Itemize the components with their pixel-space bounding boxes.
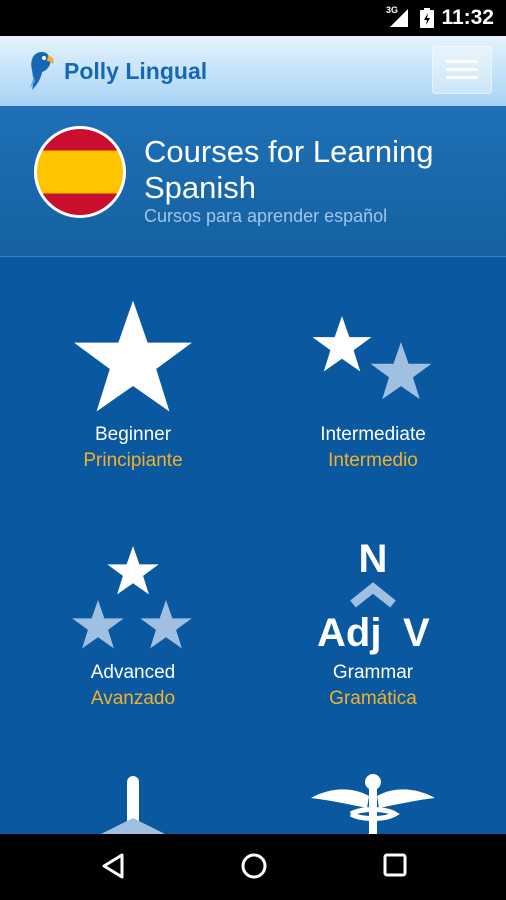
hamburger-menu-icon: [446, 60, 478, 63]
course-tile-6[interactable]: [248, 774, 498, 834]
two-stars-icon: [312, 316, 432, 400]
course-tile-5[interactable]: [8, 776, 258, 836]
course-header: Courses for Learning Spanish Cursos para…: [0, 106, 506, 257]
caduceus-icon: [311, 774, 435, 834]
back-icon: [102, 853, 124, 879]
course-label-spanish: Intermedio: [328, 450, 418, 471]
nav-bar: [0, 834, 506, 900]
three-stars-icon: [72, 546, 192, 649]
sword-icon: [101, 776, 165, 836]
status-time: 11:32: [441, 6, 494, 29]
course-label-spanish: Gramática: [329, 688, 417, 709]
recents-button[interactable]: [382, 852, 408, 883]
app-title: Polly Lingual: [64, 58, 208, 84]
course-label: Advanced: [90, 662, 176, 683]
course-label-spanish: Principiante: [83, 450, 183, 471]
course-tile-beginner[interactable]: Beginner Principiante: [8, 300, 258, 472]
recents-icon: [383, 853, 407, 877]
status-bar: 3G 11:32: [0, 0, 506, 36]
svg-text:V: V: [403, 611, 430, 655]
course-label-spanish: Avanzado: [90, 688, 176, 709]
single-star-icon: [73, 300, 193, 412]
home-icon: [241, 853, 267, 879]
grammar-icon: N Adj V: [317, 538, 430, 655]
back-button[interactable]: [100, 852, 126, 885]
battery-icon: [420, 8, 434, 33]
home-button[interactable]: [240, 852, 268, 885]
course-tile-intermediate[interactable]: Intermediate Intermedio: [248, 300, 498, 472]
course-tile-advanced[interactable]: Advanced Avanzado: [8, 538, 258, 710]
svg-text:Adj: Adj: [317, 611, 381, 655]
svg-text:N: N: [359, 538, 388, 581]
app-bar: Polly Lingual: [0, 36, 506, 106]
spain-flag-icon: [34, 126, 126, 218]
signal-icon: 3G: [386, 5, 408, 32]
course-label: Intermediate: [320, 424, 426, 445]
course-tile-grammar[interactable]: N Adj V Grammar Gramática: [248, 538, 498, 710]
page-subtitle: Cursos para aprender español: [144, 206, 388, 226]
parrot-icon: [26, 50, 56, 97]
course-label: Beginner: [94, 424, 172, 445]
hamburger-menu-button[interactable]: [432, 46, 492, 94]
course-label: Grammar: [332, 662, 414, 683]
page-title: Courses for Learning Spanish: [144, 134, 434, 205]
